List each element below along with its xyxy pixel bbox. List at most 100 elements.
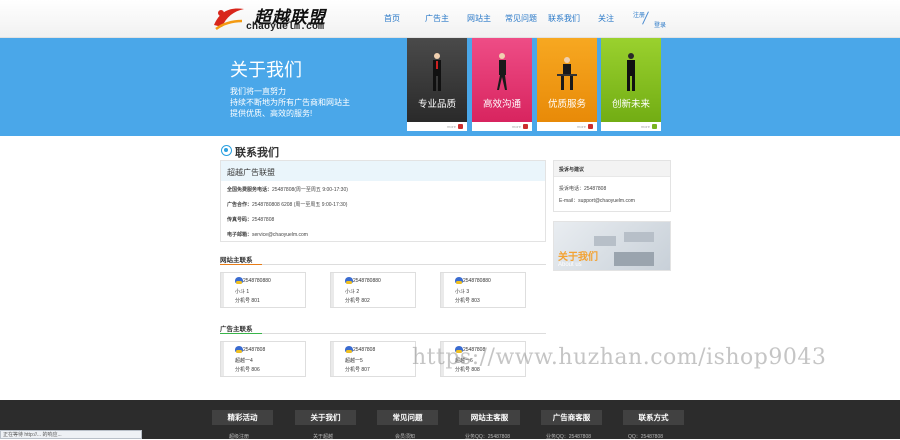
card-footer: more	[601, 122, 661, 131]
nav-advertiser[interactable]: 广告主	[425, 13, 449, 24]
contact-row-value[interactable]: service@chaoyuelm.com	[252, 232, 308, 238]
subsection-divider	[220, 333, 546, 334]
logo-en-text: chaoyuelm.com	[246, 22, 325, 33]
complaint-box: 投诉与建议 投诉电话：25487808 E-mail：support@chaoy…	[553, 160, 671, 212]
top-header: 超越联盟 chaoyuelm.com 首页 广告主 网站主 常见问题 联系我们 …	[0, 0, 900, 38]
arrow-icon	[458, 124, 463, 129]
about-us-image[interactable]: 关于我们 About us	[553, 221, 671, 271]
accent-line	[220, 333, 262, 334]
banner-line-3: 提供优质、高效的服务!	[230, 109, 313, 118]
more-text: more	[640, 124, 650, 129]
card-innovation[interactable]: 创新未来 more	[601, 38, 661, 131]
more-text: more	[576, 124, 586, 129]
card-side-bar	[331, 342, 334, 376]
site-logo[interactable]: 超越联盟 chaoyuelm.com	[212, 3, 332, 35]
contact-row-value: 25487808	[252, 217, 275, 223]
qq-icon[interactable]	[235, 346, 243, 353]
more-text: more	[446, 124, 456, 129]
info-circle-icon	[221, 145, 232, 156]
staff-card: 2548780880 小斗 1 分机号 801	[220, 272, 306, 308]
staff-ext: 分机号 803	[455, 298, 480, 304]
nav-home[interactable]: 首页	[384, 13, 400, 24]
staff-qq: 2548780880	[353, 278, 381, 284]
card-communication[interactable]: 高效沟通 more	[472, 38, 532, 131]
staff-ext: 分机号 802	[345, 298, 370, 304]
footer-button[interactable]: 关于我们	[295, 410, 356, 425]
card-footer: more	[472, 122, 532, 131]
banner-line-1: 我们将一直努力	[230, 87, 286, 96]
contact-row: 全国免费服务电话：25487808(周一至周五 9:00-17:30)	[227, 186, 348, 193]
card-side-bar	[221, 342, 224, 376]
footer-button[interactable]: 广告商客服	[541, 410, 602, 425]
card-side-bar	[331, 273, 334, 307]
staff-card: 25487808 超越一5 分机号 807	[330, 341, 416, 377]
qq-icon[interactable]	[455, 277, 463, 284]
staff-qq: 25487808	[243, 347, 266, 353]
staff-card: 2548780880 小斗 2 分机号 802	[330, 272, 416, 308]
qq-icon[interactable]	[345, 277, 353, 284]
card-side-bar	[221, 273, 224, 307]
standing-man-icon	[627, 53, 635, 91]
nav-contact[interactable]: 联系我们	[548, 13, 580, 24]
about-us-en: About us	[558, 262, 582, 268]
staff-card: 25487808 超越一4 分机号 806	[220, 341, 306, 377]
card-caption: 高效沟通	[482, 99, 521, 110]
about-us-cn: 关于我们	[558, 252, 598, 263]
nav-follow[interactable]: 关注	[598, 13, 614, 24]
staff-qq: 2548780880	[463, 278, 491, 284]
complaint-email[interactable]: E-mail：support@chaoyuelm.com	[559, 197, 635, 204]
watermark-text: https://www.huzhan.com/ishop9043	[412, 345, 827, 370]
browser-status-bar: 正在等待 http://... 的响应...	[0, 430, 142, 439]
qq-icon[interactable]	[345, 346, 353, 353]
subsection-title-advertiser: 广告主联系	[220, 326, 253, 333]
staff-ext: 分机号 801	[235, 298, 260, 304]
contact-row-label: 全国免费服务电话：	[227, 187, 273, 193]
footer-button[interactable]: 精彩活动	[212, 410, 273, 425]
card-side-bar	[441, 273, 444, 307]
arrow-icon	[523, 124, 528, 129]
card-service[interactable]: 优质服务 more	[537, 38, 597, 131]
contact-row-value: 25487808(周一至周五 9:00-17:30)	[272, 187, 348, 193]
footer-button[interactable]: 常见问题	[377, 410, 438, 425]
card-quality[interactable]: 专业品质 more	[407, 38, 467, 131]
businessman-icon	[433, 53, 441, 91]
complaint-title: 投诉与建议	[559, 167, 585, 173]
arrow-icon	[588, 124, 593, 129]
register-link[interactable]: 登录	[654, 20, 666, 29]
logo-swoosh-icon	[214, 8, 244, 31]
card-footer: more	[407, 122, 467, 131]
login-link[interactable]: 注册	[633, 10, 645, 19]
nav-faq[interactable]: 常见问题	[505, 13, 537, 24]
complaint-phone: 投诉电话：25487808	[559, 186, 607, 192]
contact-row-label: 广告合作：	[227, 202, 253, 208]
office-desk-shape	[594, 236, 616, 246]
staff-name: 小斗 2	[345, 289, 360, 295]
staff-qq: 2548780880	[243, 278, 271, 284]
more-text: more	[511, 124, 521, 129]
staff-name: 超越一4	[235, 358, 253, 364]
staff-name: 超越一5	[345, 358, 363, 364]
contact-row-value: 2548780808 6208 (周一至周五 9:00-17:30)	[252, 202, 348, 208]
accent-line	[220, 264, 262, 265]
staff-qq: 25487808	[353, 347, 376, 353]
card-caption: 创新未来	[611, 99, 650, 110]
contact-row: 电子邮箱：service@chaoyuelm.com	[227, 231, 308, 238]
card-caption: 优质服务	[547, 99, 586, 110]
footer-button[interactable]: 网站主客服	[459, 410, 520, 425]
about-banner: 关于我们 我们将一直努力 持续不断地为所有广告商和网站主 提供优质、高效的服务!…	[0, 38, 900, 136]
contact-row: 传真号码：25487808	[227, 216, 274, 223]
contact-box-header: 超越广告联盟	[221, 161, 545, 181]
footer-button[interactable]: 联系方式	[623, 410, 684, 425]
section-title-contact: 联系我们	[235, 147, 279, 159]
company-name: 超越广告联盟	[227, 168, 275, 177]
qq-icon[interactable]	[235, 277, 243, 284]
nav-site-owner[interactable]: 网站主	[467, 13, 491, 24]
staff-ext: 分机号 806	[235, 367, 260, 373]
card-footer: more	[537, 122, 597, 131]
contact-box: 超越广告联盟 全国免费服务电话：25487808(周一至周五 9:00-17:3…	[220, 160, 546, 242]
contact-row-label: 传真号码：	[227, 217, 253, 223]
staff-ext: 分机号 807	[345, 367, 370, 373]
complaint-box-header: 投诉与建议	[554, 161, 670, 177]
subsection-title-site-owner: 网站主联系	[220, 257, 253, 264]
arrow-icon	[652, 124, 657, 129]
